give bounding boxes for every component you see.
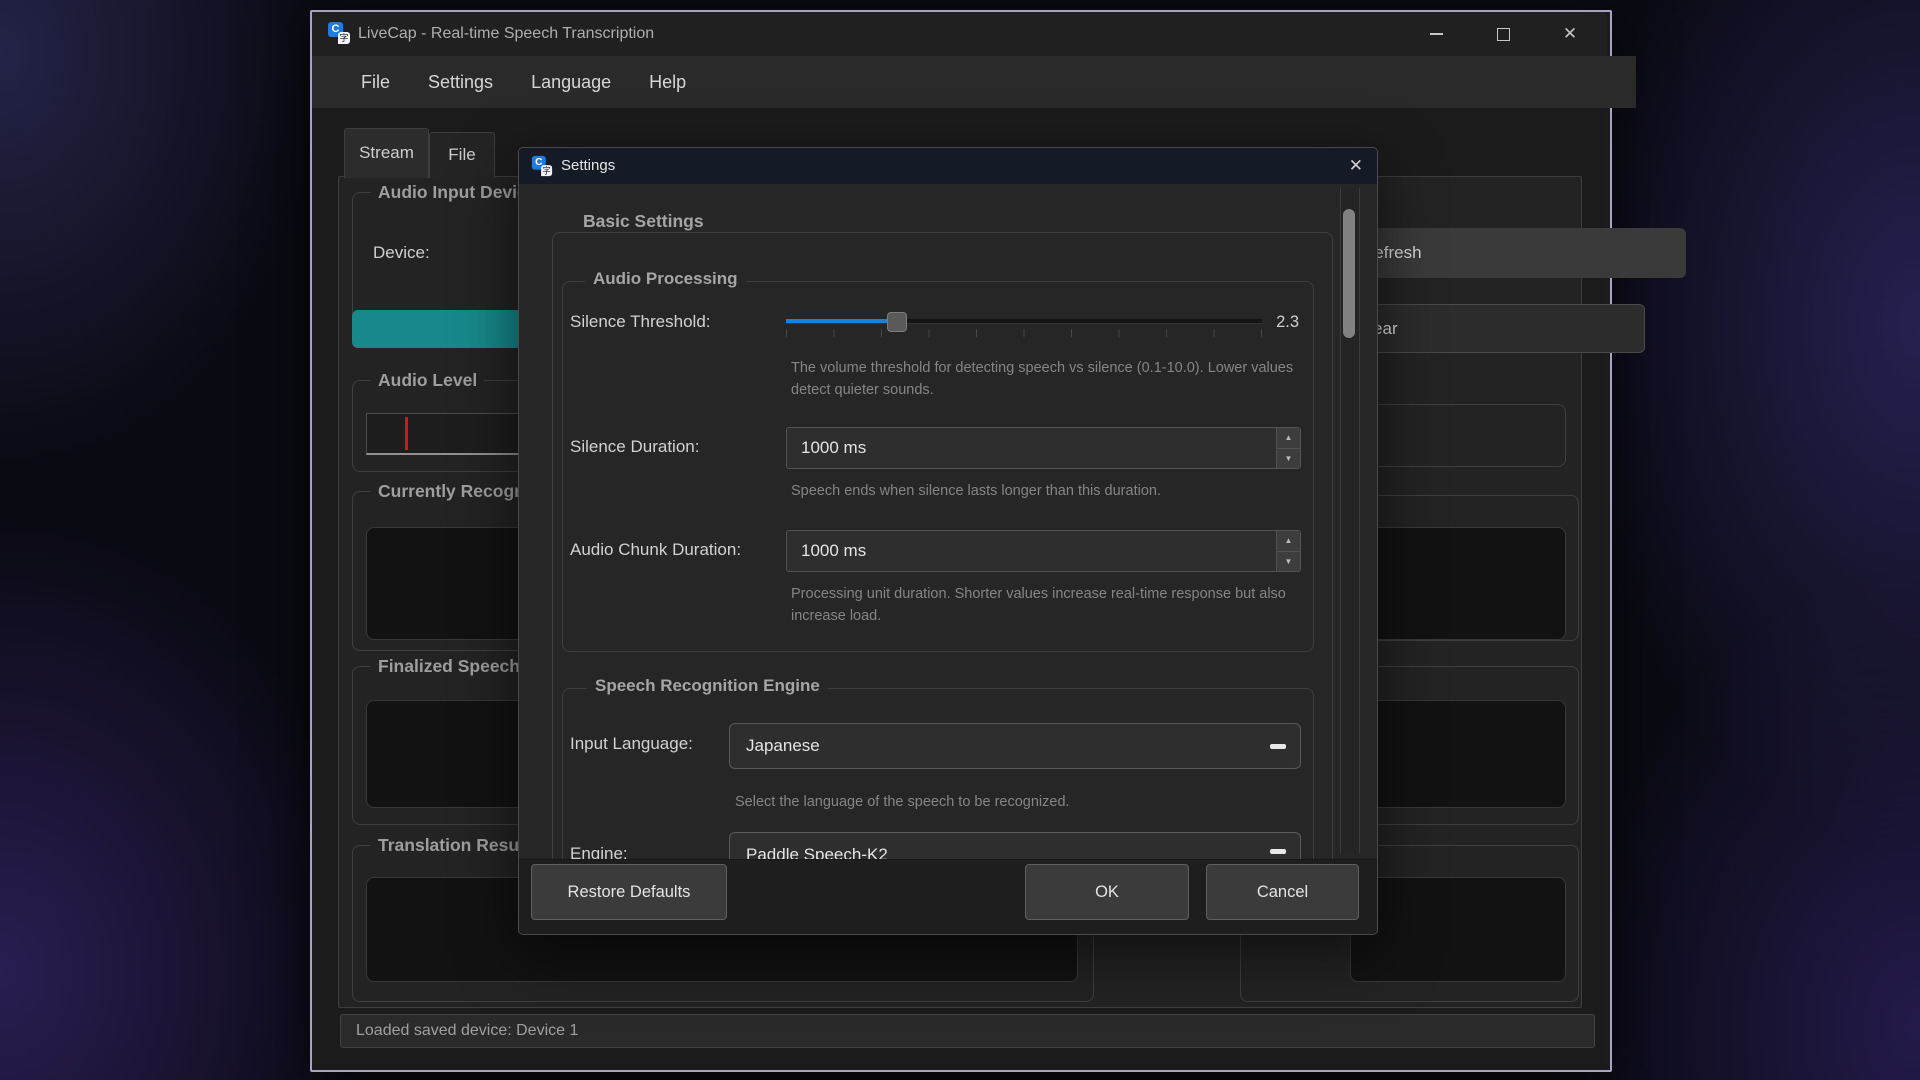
device-label: Device:	[373, 243, 430, 263]
speech-engine-title: Speech Recognition Engine	[587, 676, 828, 696]
minimize-icon	[1430, 33, 1443, 35]
settings-dialog: Basic Settings Audio Processing Silence …	[518, 147, 1378, 935]
menu-language[interactable]: Language	[512, 56, 630, 108]
close-button[interactable]: ✕	[1547, 18, 1593, 50]
right-textarea-3[interactable]	[1350, 877, 1566, 982]
dropdown-indicator-icon	[1270, 744, 1286, 749]
audio-level-marker	[405, 417, 408, 450]
silence-duration-up-icon[interactable]: ▲	[1277, 428, 1300, 449]
audio-chunk-up-icon[interactable]: ▲	[1277, 531, 1300, 552]
right-textarea-2[interactable]	[1350, 700, 1566, 808]
dialog-titlebar[interactable]	[519, 148, 1377, 184]
audio-level-group-title: Audio Level	[371, 370, 484, 391]
audio-chunk-label: Audio Chunk Duration:	[570, 540, 741, 560]
menu-bar: File Settings Language Help	[312, 56, 1636, 108]
input-language-label: Input Language:	[570, 734, 693, 754]
silence-duration-spinbox[interactable]: 1000 ms ▲ ▼	[786, 427, 1301, 469]
ok-button[interactable]: OK	[1025, 864, 1189, 920]
input-language-value: Japanese	[746, 724, 820, 768]
silence-threshold-help: The volume threshold for detecting speec…	[791, 357, 1296, 401]
cancel-button[interactable]: Cancel	[1206, 864, 1359, 920]
menu-help[interactable]: Help	[630, 56, 705, 108]
dialog-scrollbar-thumb[interactable]	[1343, 209, 1355, 338]
status-bar: Loaded saved device: Device 1	[340, 1014, 1595, 1048]
tab-stream[interactable]: Stream	[344, 128, 429, 178]
input-language-dropdown[interactable]: Japanese	[729, 723, 1301, 769]
logo-glyph: 字	[338, 32, 350, 44]
close-icon: ✕	[1563, 24, 1577, 44]
silence-threshold-value: 2.3	[1251, 313, 1299, 332]
finalized-speech-title: Finalized Speech	[371, 656, 527, 677]
audio-chunk-help: Processing unit duration. Shorter values…	[791, 583, 1296, 627]
dialog-logo-glyph: 字	[541, 165, 552, 176]
silence-threshold-label: Silence Threshold:	[570, 312, 711, 332]
audio-processing-title: Audio Processing	[585, 269, 746, 289]
dialog-title: Settings	[561, 148, 615, 184]
slider-ticks	[786, 329, 1263, 337]
audio-chunk-spinbox[interactable]: 1000 ms ▲ ▼	[786, 530, 1301, 572]
basic-settings-title: Basic Settings	[575, 211, 712, 232]
app-logo-icon: C 字	[328, 22, 350, 44]
audio-chunk-value: 1000 ms	[801, 531, 866, 571]
dropdown-indicator-icon	[1270, 849, 1286, 854]
silence-duration-value: 1000 ms	[801, 428, 866, 468]
tab-file[interactable]: File	[429, 132, 495, 178]
desktop: C 字 LiveCap - Real-time Speech Transcrip…	[0, 0, 1920, 1080]
input-language-help: Select the language of the speech to be …	[735, 791, 1275, 813]
silence-duration-down-icon[interactable]: ▼	[1277, 449, 1300, 469]
dialog-close-button[interactable]: ✕	[1349, 148, 1363, 184]
menu-file[interactable]: File	[342, 56, 409, 108]
silence-threshold-slider-fill	[786, 319, 896, 323]
restore-defaults-button[interactable]: Restore Defaults	[531, 864, 727, 920]
dialog-logo-icon: C 字	[532, 156, 552, 176]
silence-duration-help: Speech ends when silence lasts longer th…	[791, 480, 1331, 502]
maximize-icon	[1497, 28, 1510, 41]
audio-chunk-down-icon[interactable]: ▼	[1277, 552, 1300, 572]
window-title: LiveCap - Real-time Speech Transcription	[358, 12, 654, 56]
minimize-button[interactable]	[1413, 18, 1459, 50]
maximize-button[interactable]	[1480, 18, 1526, 50]
menu-settings[interactable]: Settings	[409, 56, 512, 108]
silence-duration-label: Silence Duration:	[570, 437, 699, 457]
right-textarea-1[interactable]	[1350, 527, 1566, 640]
